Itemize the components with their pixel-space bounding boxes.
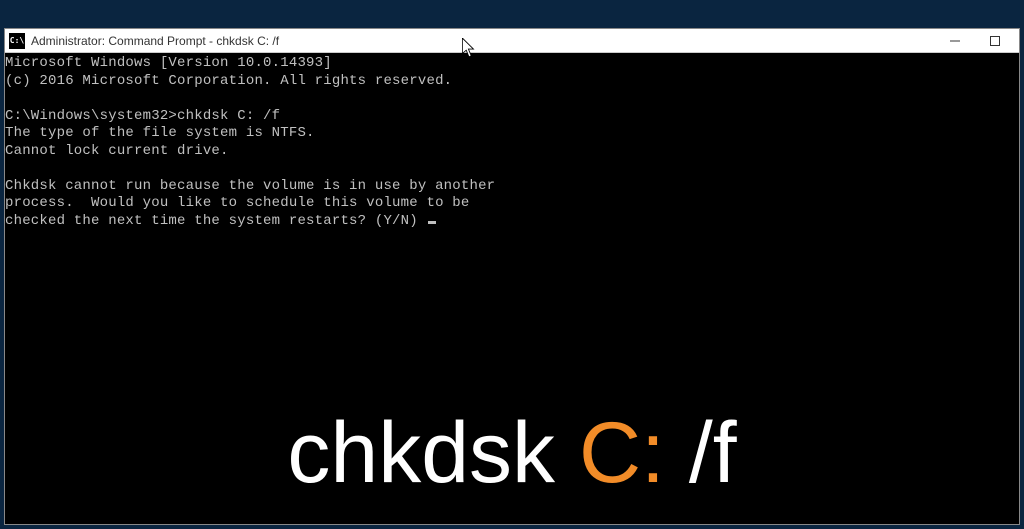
overlay-caption: chkdsk C: /f (0, 404, 1024, 503)
console-line: checked the next time the system restart… (5, 213, 426, 229)
console-line: (c) 2016 Microsoft Corporation. All righ… (5, 73, 452, 89)
console-line: process. Would you like to schedule this… (5, 195, 469, 211)
console-line: Microsoft Windows [Version 10.0.14393] (5, 55, 332, 71)
console-line: The type of the file system is NTFS. (5, 125, 315, 141)
console-line: Chkdsk cannot run because the volume is … (5, 178, 495, 194)
overlay-part1: chkdsk (287, 405, 579, 501)
titlebar[interactable]: C:\ Administrator: Command Prompt - chkd… (5, 29, 1019, 53)
console-line: Cannot lock current drive. (5, 143, 229, 159)
overlay-part2-accent: C: (579, 405, 665, 501)
text-cursor (428, 221, 436, 224)
overlay-part3: /f (665, 405, 737, 501)
maximize-button[interactable] (975, 30, 1015, 52)
console-prompt-line: C:\Windows\system32>chkdsk C: /f (5, 108, 280, 124)
minimize-button[interactable] (935, 30, 975, 52)
cmd-icon: C:\ (9, 33, 25, 49)
window-title: Administrator: Command Prompt - chkdsk C… (31, 34, 935, 48)
window-controls (935, 30, 1015, 52)
